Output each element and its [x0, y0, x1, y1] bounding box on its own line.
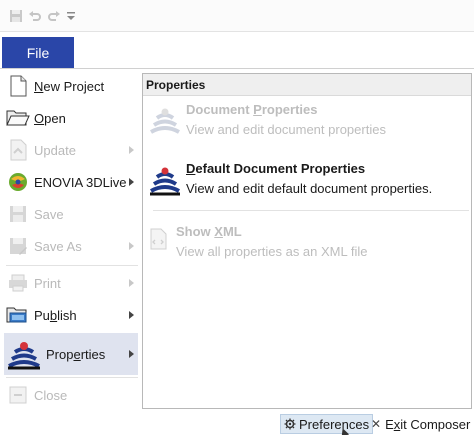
menu-item-publish[interactable]: Publish	[4, 300, 138, 330]
menu-separator	[6, 377, 138, 378]
menu-item-label: Properties	[46, 346, 106, 362]
customize-dropdown-icon[interactable]	[63, 8, 79, 24]
backstage-footer: Preferences ✕ Exit Composer	[0, 412, 474, 435]
document-properties-icon	[148, 104, 182, 138]
menu-item-properties[interactable]: Properties	[4, 333, 138, 375]
printer-icon	[6, 271, 30, 295]
submenu-item-title: Document Properties	[186, 102, 318, 117]
exit-label: Exit Composer	[385, 416, 471, 432]
menu-item-label: Save	[34, 206, 64, 222]
xml-file-icon	[148, 228, 168, 250]
submenu-arrow-icon	[129, 146, 134, 154]
save-disk-icon	[6, 202, 30, 226]
file-menu-panel: New Project Open Update ENOVIA 3DLive Sa…	[0, 68, 474, 413]
menu-separator	[6, 265, 138, 266]
menu-item-save-as[interactable]: Save As	[4, 231, 138, 261]
undo-icon[interactable]	[27, 8, 43, 24]
close-icon: ✕	[371, 417, 382, 431]
menu-item-print[interactable]: Print	[4, 268, 138, 298]
submenu-item-description: View and edit default document propertie…	[186, 181, 433, 196]
submenu-item-show-xml[interactable]: Show XML View all properties as an XML f…	[146, 220, 468, 264]
save-as-icon	[6, 234, 30, 258]
preferences-button[interactable]: Preferences	[280, 414, 374, 434]
folder-open-icon	[6, 106, 30, 130]
submenu-item-description: View and edit document properties	[186, 122, 386, 137]
menu-item-close[interactable]: Close	[4, 380, 138, 410]
submenu-item-title: Default Document Properties	[186, 161, 366, 176]
exit-composer-button[interactable]: ✕ Exit Composer	[368, 414, 473, 434]
menu-item-enovia-3dlive[interactable]: ENOVIA 3DLive	[4, 167, 138, 197]
submenu-item-default-document-properties[interactable]: Default Document Properties View and edi…	[146, 157, 468, 201]
file-tab-label: File	[26, 45, 50, 61]
submenu-separator	[153, 210, 469, 211]
preferences-label: Preferences	[299, 416, 370, 432]
submenu-header: Properties	[143, 74, 471, 96]
save-icon[interactable]	[8, 8, 24, 24]
menu-item-label: Print	[34, 275, 61, 291]
menu-item-new-project[interactable]: New Project	[4, 71, 138, 101]
menu-item-label: New Project	[34, 78, 105, 94]
submenu-item-title: Show XML	[176, 224, 242, 239]
menu-item-label: Close	[34, 387, 68, 403]
menu-item-save[interactable]: Save	[4, 199, 138, 229]
publish-icon	[6, 303, 30, 327]
new-document-icon	[6, 74, 30, 98]
menu-item-label: Open	[34, 110, 66, 126]
submenu-arrow-icon	[129, 242, 134, 250]
gear-icon	[284, 418, 296, 430]
redo-icon[interactable]	[46, 8, 62, 24]
submenu-arrow-icon	[129, 350, 134, 358]
quick-access-toolbar	[0, 0, 474, 32]
menu-item-label: ENOVIA 3DLive	[34, 174, 127, 190]
file-tab[interactable]: File	[2, 37, 74, 69]
submenu-item-document-properties[interactable]: Document Properties View and edit docume…	[146, 98, 468, 142]
default-properties-icon	[148, 163, 182, 197]
menu-item-label: Publish	[34, 307, 77, 323]
submenu-item-description: View all properties as an XML file	[176, 244, 368, 259]
properties-icon	[6, 336, 42, 372]
submenu-arrow-icon	[129, 178, 134, 186]
menu-item-open[interactable]: Open	[4, 103, 138, 133]
menu-item-label: Update	[34, 142, 76, 158]
menu-item-update[interactable]: Update	[4, 135, 138, 165]
file-menu-list: New Project Open Update ENOVIA 3DLive Sa…	[0, 69, 142, 413]
update-icon	[6, 138, 30, 162]
submenu-arrow-icon	[129, 311, 134, 319]
menu-item-label: Save As	[34, 238, 82, 254]
submenu-arrow-icon	[129, 279, 134, 287]
enovia-3dlive-icon	[6, 170, 30, 194]
close-document-icon	[6, 383, 30, 407]
properties-submenu: Properties Document Properties View and …	[142, 73, 472, 409]
